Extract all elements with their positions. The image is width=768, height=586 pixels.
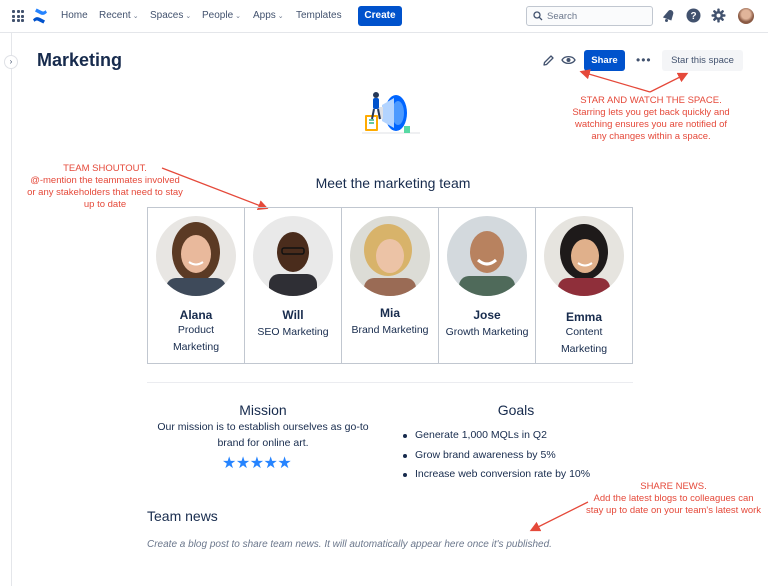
confluence-logo-icon[interactable] xyxy=(32,8,48,24)
member-name: Jose xyxy=(473,308,501,322)
member-name: Mia xyxy=(379,306,400,320)
settings-icon[interactable] xyxy=(711,8,726,23)
team-member-mia: Mia Brand Marketing xyxy=(342,208,439,363)
chevron-down-icon: ⌄ xyxy=(277,13,284,20)
search-input[interactable]: Search xyxy=(526,6,653,26)
nav-spaces[interactable]: Spaces ⌄ xyxy=(150,10,191,21)
chevron-down-icon: ⌄ xyxy=(185,13,192,20)
section-divider xyxy=(147,382,633,383)
goal-item: Increase web conversion rate by 10% xyxy=(401,465,590,485)
annotation-share-news: SHARE NEWS. Add the latest blogs to coll… xyxy=(586,481,762,516)
mission-text: Our mission is to establish ourselves as… xyxy=(157,421,369,449)
chevron-down-icon: ⌄ xyxy=(132,13,139,20)
create-button[interactable]: Create xyxy=(358,6,402,26)
chevron-right-icon: › xyxy=(9,57,13,66)
mission-heading: Mission xyxy=(239,402,287,418)
member-photo xyxy=(156,216,236,296)
team-member-alana: Alana Product Marketing xyxy=(148,208,245,363)
annotation-team-shoutout: TEAM SHOUTOUT. @-mention the teammates i… xyxy=(27,163,183,210)
member-name: Emma xyxy=(565,310,603,324)
svg-text:?: ? xyxy=(690,11,696,22)
member-photo xyxy=(253,216,333,296)
member-name: Will xyxy=(282,308,304,322)
arrow-to-watch xyxy=(579,69,651,93)
search-icon xyxy=(533,11,543,21)
team-news-empty-text: Create a blog post to share team news. I… xyxy=(147,539,552,550)
team-member-will: Will SEO Marketing xyxy=(245,208,342,363)
goal-item: Generate 1,000 MQLs in Q2 xyxy=(401,426,590,446)
help-icon[interactable]: ? xyxy=(686,8,701,23)
team-member-emma: Emma Content Marketing xyxy=(536,208,632,363)
member-role: Growth Marketing xyxy=(445,326,529,338)
member-photo xyxy=(544,216,624,296)
member-role: SEO Marketing xyxy=(257,326,329,338)
share-button[interactable]: Share xyxy=(584,50,625,71)
nav-recent[interactable]: Recent ⌄ xyxy=(99,10,139,21)
team-member-jose: Jose Growth Marketing xyxy=(439,208,536,363)
member-role: Product Marketing xyxy=(172,324,220,353)
goal-item: Grow brand awareness by 5% xyxy=(401,446,590,466)
nav-apps[interactable]: Apps ⌄ xyxy=(253,10,284,21)
nav-templates[interactable]: Templates xyxy=(296,10,342,21)
expand-sidebar-button[interactable]: › xyxy=(4,55,18,69)
more-actions-icon[interactable]: ••• xyxy=(636,53,652,67)
goals-list: Generate 1,000 MQLs in Q2 Grow brand awa… xyxy=(401,426,590,485)
team-news-heading: Team news xyxy=(147,508,218,524)
member-photo xyxy=(447,216,527,296)
megaphone-illustration xyxy=(362,92,420,134)
team-table: Alana Product Marketing Will SEO Marketi… xyxy=(147,207,633,364)
arrow-to-news xyxy=(529,501,589,532)
page-title: Marketing xyxy=(37,50,123,70)
profile-avatar[interactable] xyxy=(738,8,754,24)
star-space-button[interactable]: Star this space xyxy=(662,50,743,71)
notifications-icon[interactable] xyxy=(662,8,675,23)
team-heading: Meet the marketing team xyxy=(315,175,471,191)
app-switcher-icon[interactable] xyxy=(12,10,24,22)
annotation-star-watch: STAR AND WATCH THE SPACE. Starring lets … xyxy=(572,95,730,142)
star-rating: ★★★★★ xyxy=(222,455,292,472)
member-name: Alana xyxy=(179,308,213,322)
member-role: Content Marketing xyxy=(560,326,608,355)
member-photo xyxy=(350,216,430,296)
nav-home[interactable]: Home xyxy=(61,10,88,21)
member-role: Brand Marketing xyxy=(351,324,429,336)
top-navigation-bar: Home Recent ⌄ Spaces ⌄ People ⌄ Apps ⌄ Templ… xyxy=(0,0,768,33)
nav-people[interactable]: People ⌄ xyxy=(202,10,241,21)
watch-eye-icon[interactable] xyxy=(561,54,576,66)
arrow-to-star xyxy=(649,72,689,93)
search-placeholder: Search xyxy=(547,11,578,22)
chevron-down-icon: ⌄ xyxy=(235,13,242,20)
edit-pencil-icon[interactable] xyxy=(542,54,555,67)
goals-heading: Goals xyxy=(497,402,535,418)
sidebar-rail xyxy=(0,33,12,586)
